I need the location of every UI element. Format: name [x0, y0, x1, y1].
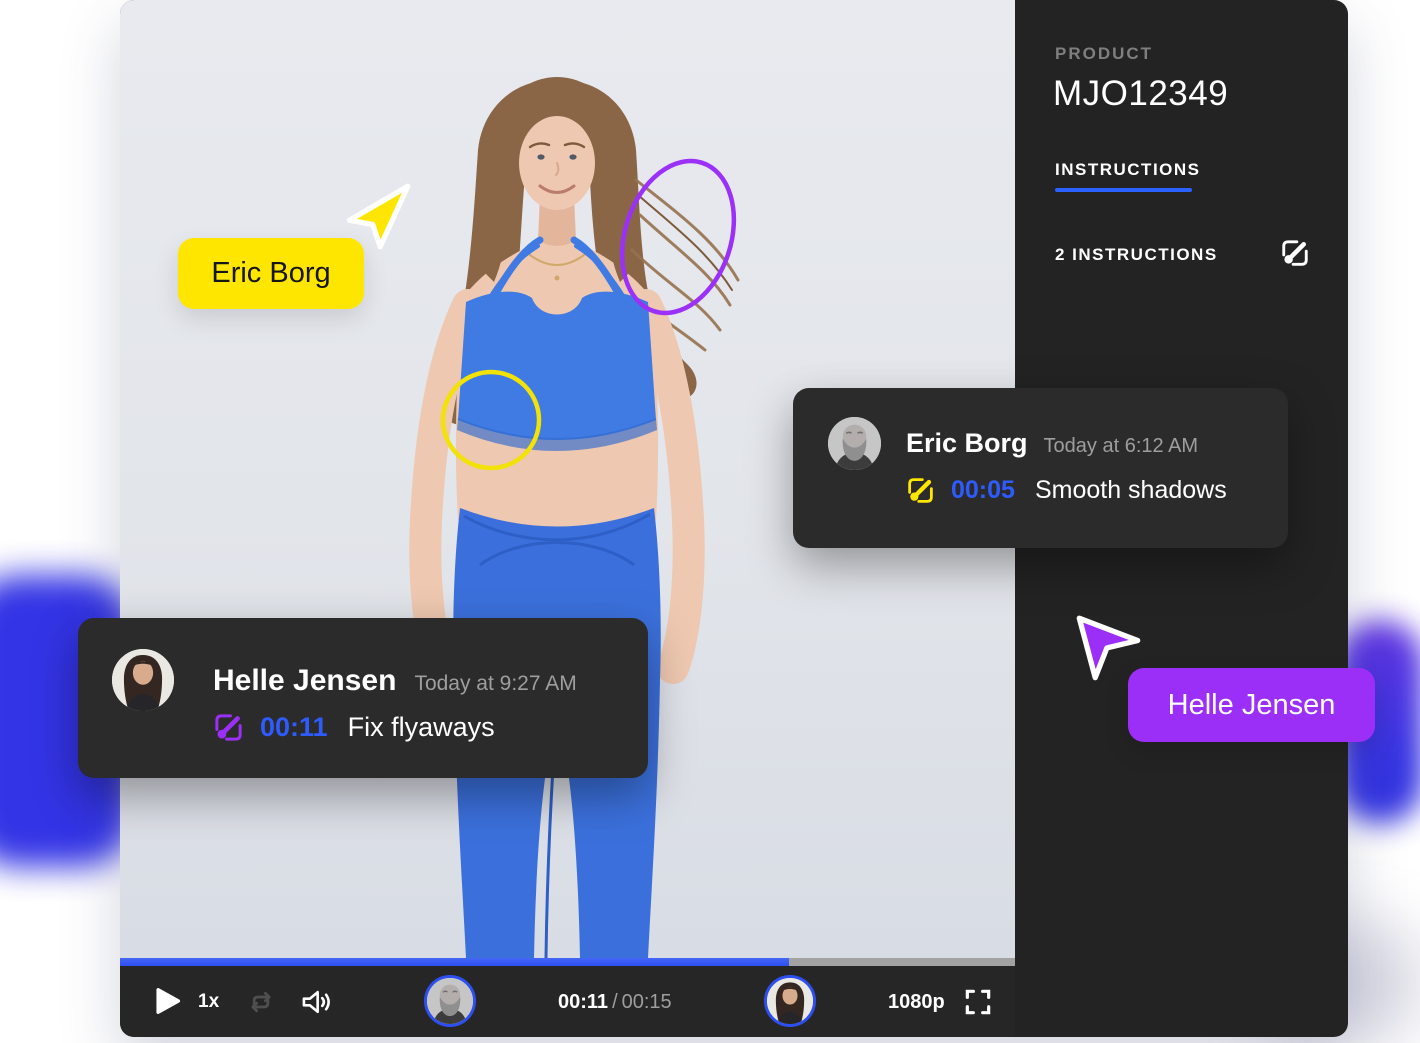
player-controls: 1x 00:11/00:15 — [120, 966, 1015, 1037]
comment-timestamp: Today at 9:27 AM — [414, 672, 576, 696]
comment-timestamp: Today at 6:12 AM — [1044, 435, 1199, 458]
tab-active-underline — [1055, 188, 1192, 192]
product-label: PRODUCT — [1055, 44, 1153, 64]
brush-annotate-icon — [213, 712, 244, 743]
time-separator: / — [608, 991, 622, 1013]
avatar-eric — [828, 417, 881, 470]
avatar-helle — [112, 649, 174, 711]
playback-speed-button[interactable]: 1x — [198, 991, 219, 1013]
comment-card-helle[interactable]: Helle Jensen Today at 9:27 AM 00:11 Fix … — [78, 618, 648, 778]
annotation-ellipse-purple — [603, 146, 752, 327]
duration: 00:15 — [622, 991, 672, 1013]
comment-author: Eric Borg — [906, 428, 1028, 459]
play-button[interactable] — [148, 983, 184, 1019]
time-display: 00:11/00:15 — [558, 991, 688, 1014]
app-stage: 1x 00:11/00:15 — [0, 0, 1420, 1043]
volume-icon[interactable] — [300, 986, 334, 1018]
current-time: 00:11 — [558, 991, 608, 1013]
instructions-count: 2 INSTRUCTIONS — [1055, 245, 1218, 265]
cursor-label-eric: Eric Borg — [178, 238, 364, 309]
comment-author: Helle Jensen — [213, 664, 396, 698]
tab-instructions[interactable]: INSTRUCTIONS — [1055, 160, 1201, 180]
cursor-label-helle: Helle Jensen — [1128, 668, 1375, 742]
loop-icon[interactable] — [246, 987, 276, 1017]
comment-text: Smooth shadows — [1035, 476, 1227, 505]
brush-annotate-icon — [906, 476, 935, 505]
annotation-circle-yellow — [443, 372, 539, 468]
comment-timecode[interactable]: 00:11 — [260, 712, 328, 743]
comment-timecode[interactable]: 00:05 — [951, 476, 1015, 505]
progress-fill — [120, 958, 789, 966]
progress-bar[interactable] — [120, 958, 1015, 966]
comment-text: Fix flyaways — [348, 712, 495, 743]
brush-annotate-icon[interactable] — [1280, 238, 1310, 268]
fullscreen-icon[interactable] — [962, 986, 994, 1018]
product-code: MJO12349 — [1053, 74, 1228, 114]
comment-card-eric[interactable]: Eric Borg Today at 6:12 AM 00:05 Smooth … — [793, 388, 1288, 548]
quality-selector[interactable]: 1080p — [888, 991, 945, 1014]
timeline-marker-eric[interactable] — [424, 975, 476, 1027]
timeline-marker-helle[interactable] — [764, 975, 816, 1027]
